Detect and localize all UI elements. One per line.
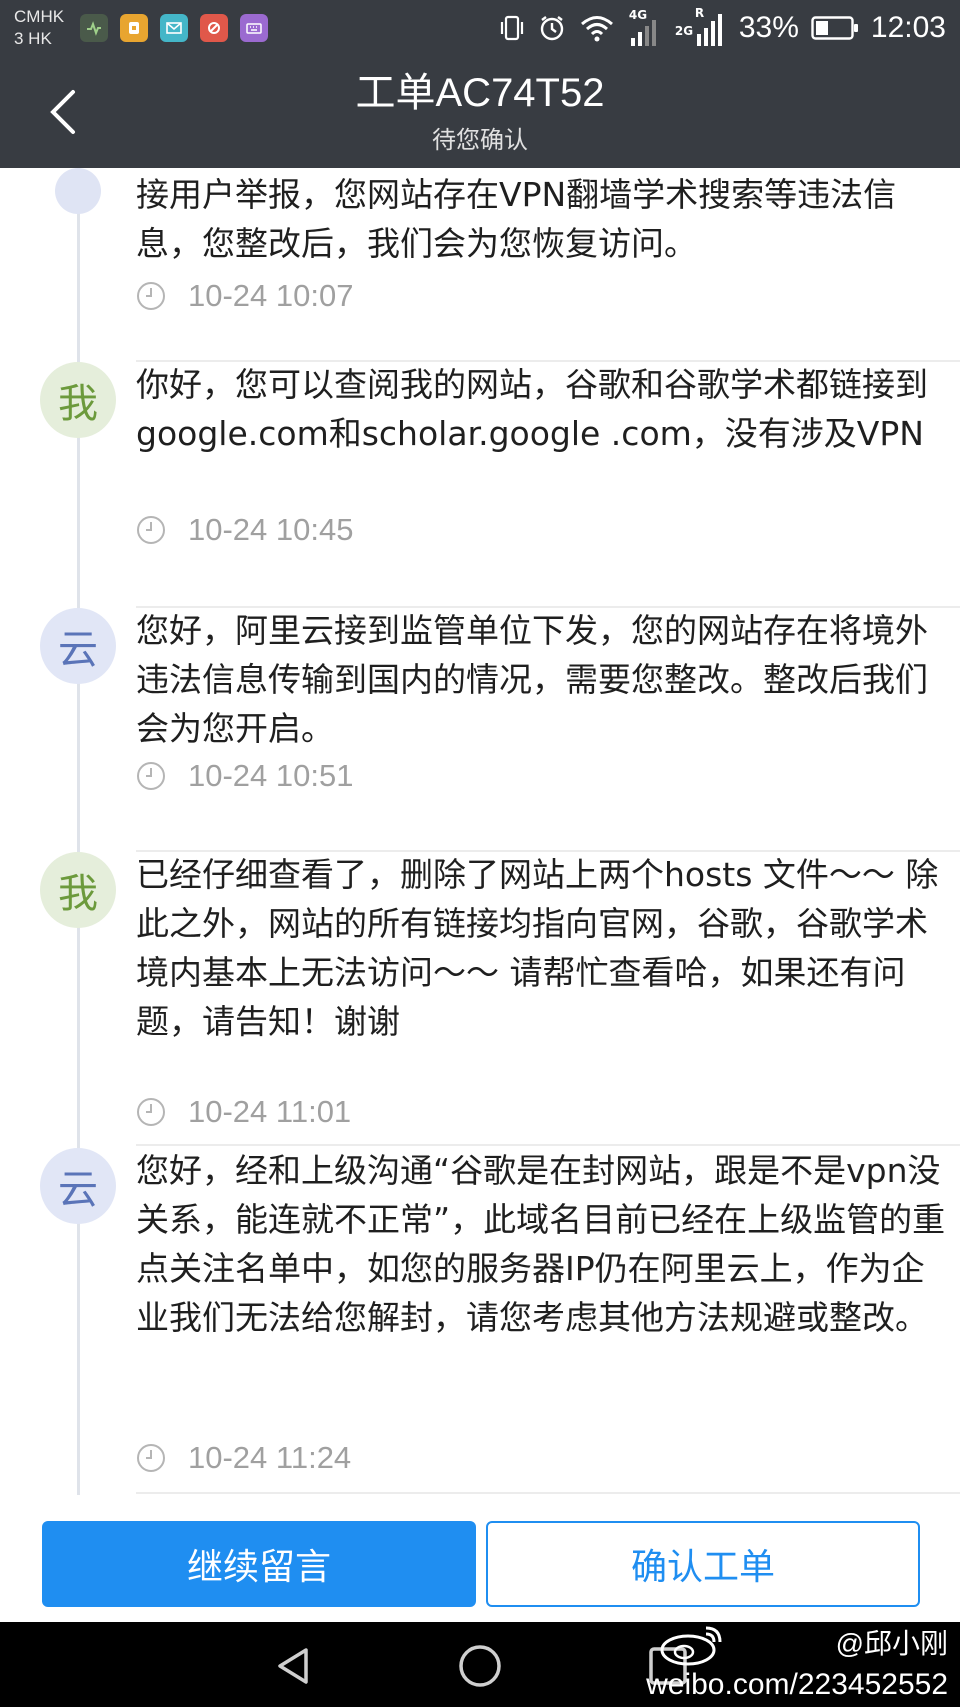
message-text: 您好，经和上级沟通“谷歌是在封网站，跟是不是vpn没关系，能连就不正常”，此域名… [136, 1151, 946, 1337]
message-timestamp: 10-24 10:45 [136, 510, 353, 550]
message-time: 10-24 10:07 [188, 278, 354, 313]
status-bar: CMHK 3 HK 4G 2G R 33% 12:03 [0, 0, 960, 56]
battery-percent: 33% [738, 11, 799, 44]
wifi-icon [580, 16, 613, 42]
clock: 12:03 [870, 11, 946, 44]
continue-message-button[interactable]: 继续留言 [42, 1521, 476, 1607]
clock-icon [137, 1444, 165, 1472]
action-bar: 继续留言 确认工单 [0, 1495, 960, 1622]
message-text: 已经仔细查看了，删除了网站上两个hosts 文件～～ 除此之外，网站的所有链接均… [136, 855, 939, 1041]
clock-icon [137, 1098, 165, 1126]
message-time: 10-24 10:51 [188, 758, 354, 793]
health-app-icon [80, 14, 108, 42]
weibo-watermark: @邱小刚 weibo.com/223452552 [646, 1622, 952, 1707]
avatar: 我 [40, 362, 116, 438]
carrier-line-1: CMHK [14, 7, 65, 26]
divider [136, 1492, 960, 1494]
avatar: 我 [40, 852, 116, 928]
alarm-icon [540, 16, 564, 41]
message-text: 接用户举报，您网站存在VPN翻墙学术搜索等违法信息，您整改后，我们会为您恢复访问… [136, 175, 897, 263]
message-timestamp: 10-24 11:24 [136, 1438, 351, 1478]
battery-icon [811, 16, 858, 40]
message-timestamp: 10-24 10:51 [136, 756, 353, 796]
avatar: 云 [40, 1148, 116, 1224]
weibo-logo-icon [660, 1626, 722, 1666]
message-text: 你好，您可以查阅我的网站，谷歌和谷歌学术都链接到google.com和schol… [136, 365, 928, 453]
clock-icon [137, 282, 165, 310]
carrier-label: CMHK 3 HK [14, 6, 64, 50]
page-title: 工单AC74T52 [355, 71, 605, 115]
clock-icon [137, 516, 165, 544]
clock-icon [137, 762, 165, 790]
page-subtitle: 待您确认 [432, 126, 528, 154]
app-header: CMHK 3 HK 4G 2G R 33% 12:03 工单AC74T52 待您… [0, 0, 960, 168]
mail-app-icon [160, 14, 188, 42]
avatar: 云 [40, 608, 116, 684]
nav-back-button[interactable] [268, 1640, 320, 1692]
message-time: 10-24 11:24 [188, 1440, 352, 1475]
message-text: 您好，阿里云接到监管单位下发，您的网站存在将境外违法信息传输到国内的情况，需要您… [136, 611, 928, 748]
message-timestamp: 10-24 11:01 [136, 1092, 351, 1132]
signal-2g-icon: 2G R [675, 6, 727, 48]
nav-home-button[interactable] [454, 1640, 506, 1692]
notification-icons [80, 14, 268, 42]
vibrate-icon [500, 15, 523, 41]
circle-home-icon [459, 1645, 501, 1687]
message-timestamp: 10-24 10:07 [136, 276, 353, 316]
message-time: 10-24 10:45 [188, 512, 354, 547]
wallet-app-icon [120, 14, 148, 42]
carrier-line-2: 3 HK [14, 29, 52, 48]
timeline-dot [55, 168, 101, 214]
keyboard-app-icon [240, 14, 268, 42]
message-time: 10-24 11:01 [188, 1094, 352, 1129]
watermark-url: weibo.com/223452552 [646, 1668, 948, 1701]
status-indicators: 4G 2G R 33% 12:03 [499, 6, 946, 48]
signal-4g-icon: 4G [627, 8, 663, 48]
tools-app-icon [200, 14, 228, 42]
watermark-handle: @邱小刚 [835, 1628, 948, 1659]
triangle-back-icon [278, 1648, 308, 1684]
confirm-ticket-button[interactable]: 确认工单 [486, 1521, 920, 1607]
